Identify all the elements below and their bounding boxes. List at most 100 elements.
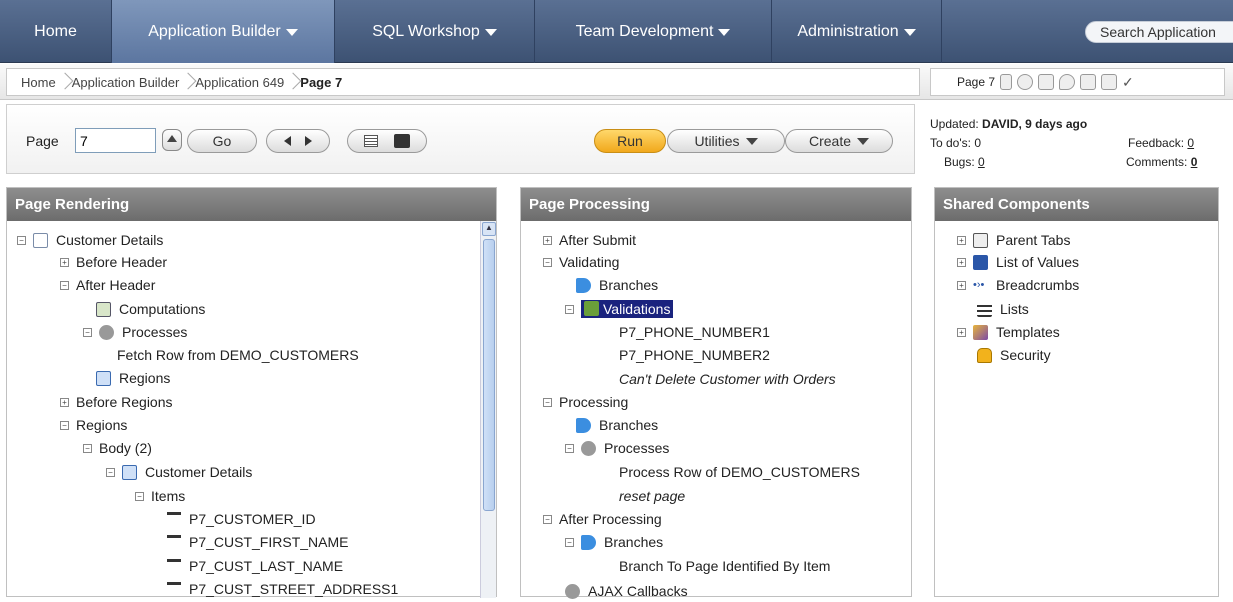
download-icon[interactable] — [1101, 74, 1118, 90]
expand-icon[interactable]: + — [543, 235, 552, 245]
collapse-icon[interactable]: − — [543, 397, 552, 407]
expand-icon[interactable]: + — [957, 235, 966, 245]
collapse-icon[interactable]: − — [543, 257, 552, 267]
tree-node[interactable]: P7_PHONE_NUMBER2 — [619, 344, 770, 366]
scrollbar-thumb[interactable] — [483, 239, 495, 511]
breadcrumb-item[interactable]: Home — [21, 75, 56, 90]
tab-label: Administration — [797, 22, 899, 40]
collapse-icon[interactable]: − — [83, 327, 92, 337]
gear-icon[interactable] — [1017, 74, 1034, 90]
tree-node-label: Regions — [119, 370, 171, 386]
go-button[interactable]: Go — [187, 129, 257, 153]
tree-node-label: Processes — [604, 440, 670, 456]
tree-node-label: Breadcrumbs — [996, 277, 1080, 293]
tree-node[interactable]: − After Processing — [543, 508, 662, 530]
tree-node[interactable]: Security — [977, 344, 1051, 366]
expand-icon[interactable]: + — [957, 327, 966, 337]
grid-icon[interactable] — [1038, 74, 1055, 90]
scroll-up-icon[interactable]: ▲ — [482, 222, 496, 236]
tree-node-selected[interactable]: Validations — [581, 300, 674, 318]
tree-node[interactable]: − Processes — [83, 321, 187, 343]
search-input[interactable]: Search Application — [1085, 21, 1233, 43]
previous-page-icon[interactable] — [284, 136, 291, 146]
collapse-icon[interactable]: − — [135, 491, 144, 501]
tree-node[interactable]: P7_CUST_LAST_NAME — [167, 555, 343, 577]
collapse-icon[interactable]: − — [565, 304, 574, 314]
traffic-light-icon[interactable] — [1000, 74, 1013, 90]
tree-node[interactable]: Can't Delete Customer with Orders — [619, 368, 836, 390]
tree-node[interactable]: P7_PHONE_NUMBER1 — [619, 321, 770, 343]
collapse-icon[interactable]: − — [60, 280, 69, 290]
tree-node[interactable]: + After Submit — [543, 229, 636, 251]
tree-node[interactable]: − Processes — [565, 437, 669, 459]
tree-node[interactable]: + •›• Breadcrumbs — [957, 274, 1079, 296]
page-number-input[interactable] — [75, 128, 156, 153]
comments-link[interactable]: 0 — [1191, 155, 1198, 169]
bugs-link[interactable]: 0 — [978, 155, 985, 169]
tab-administration[interactable]: Administration — [772, 0, 942, 63]
tree-node[interactable]: Regions — [96, 367, 170, 389]
feedback-link[interactable]: 0 — [1187, 136, 1194, 150]
tab-home[interactable]: Home — [0, 0, 112, 63]
tree-node[interactable]: + List of Values — [957, 251, 1079, 273]
tab-sql-workshop[interactable]: SQL Workshop — [335, 0, 535, 63]
collapse-icon[interactable]: − — [83, 443, 92, 453]
tree-node[interactable]: + Parent Tabs — [957, 229, 1070, 251]
page-navigation-buttons[interactable] — [266, 129, 330, 153]
tree-node[interactable]: − Body (2) — [83, 437, 152, 459]
collapse-icon[interactable]: − — [106, 467, 115, 477]
tree-node[interactable]: − Items — [135, 485, 185, 507]
tree-node[interactable]: − Branches — [565, 531, 663, 553]
tree-node[interactable]: Branch To Page Identified By Item — [619, 555, 830, 577]
page-up-button[interactable] — [162, 129, 182, 151]
collapse-icon[interactable]: − — [565, 443, 574, 453]
tree-node[interactable]: Process Row of DEMO_CUSTOMERS — [619, 461, 860, 483]
todos-link[interactable]: 0 — [974, 136, 981, 150]
lock-icon[interactable] — [1080, 74, 1097, 90]
collapse-icon[interactable]: − — [17, 235, 26, 245]
check-icon[interactable]: ✓ — [1122, 74, 1138, 90]
tree-node[interactable]: Branches — [576, 414, 658, 436]
view-toggle[interactable] — [347, 129, 427, 153]
tree-node[interactable]: − After Header — [60, 274, 155, 296]
utilities-button[interactable]: Utilities — [667, 129, 785, 153]
vertical-scrollbar[interactable]: ▲ — [480, 221, 496, 598]
collapse-icon[interactable]: − — [60, 420, 69, 430]
tree-node[interactable]: − Regions — [60, 414, 127, 436]
tab-team-development[interactable]: Team Development — [535, 0, 772, 63]
expand-icon[interactable]: + — [60, 257, 69, 267]
tree-node[interactable]: P7_CUST_FIRST_NAME — [167, 531, 348, 553]
expand-icon[interactable]: + — [957, 280, 966, 290]
tree-node[interactable]: − Customer Details — [106, 461, 252, 483]
tree-node[interactable]: Fetch Row from DEMO_CUSTOMERS — [117, 344, 359, 366]
list-view-icon[interactable] — [364, 135, 378, 147]
breadcrumb-item[interactable]: Application Builder — [72, 75, 180, 90]
tree-node[interactable]: reset page — [619, 485, 685, 507]
tree-node[interactable]: + Before Header — [60, 251, 167, 273]
tree-node[interactable]: − Validating — [543, 251, 619, 273]
collapse-icon[interactable]: − — [543, 514, 552, 524]
tree-view-icon[interactable] — [394, 134, 410, 148]
collapse-icon[interactable]: − — [565, 537, 574, 547]
tab-label: SQL Workshop — [372, 22, 480, 40]
tree-node[interactable]: P7_CUSTOMER_ID — [167, 508, 316, 530]
tree-node[interactable]: + Before Regions — [60, 391, 173, 413]
tree-node[interactable]: Lists — [977, 298, 1029, 320]
feedback-label: Feedback: — [1128, 136, 1185, 150]
tab-application-builder[interactable]: Application Builder — [112, 0, 335, 63]
tree-node[interactable]: Branches — [576, 274, 658, 296]
tree-node[interactable]: Computations — [96, 298, 205, 320]
tree-node[interactable]: AJAX Callbacks — [565, 580, 688, 602]
comment-icon[interactable] — [1059, 74, 1076, 90]
create-button[interactable]: Create — [785, 129, 893, 153]
tree-node[interactable]: + Templates — [957, 321, 1060, 343]
breadcrumb-item[interactable]: Application 649 — [195, 75, 284, 90]
next-page-icon[interactable] — [305, 136, 312, 146]
chevron-down-icon — [903, 29, 916, 36]
tree-node[interactable]: − Processing — [543, 391, 628, 413]
run-button[interactable]: Run — [594, 129, 666, 153]
tree-node[interactable]: − Validations — [565, 298, 674, 320]
expand-icon[interactable]: + — [60, 397, 69, 407]
tree-node[interactable]: − Customer Details — [17, 229, 163, 251]
expand-icon[interactable]: + — [957, 257, 966, 267]
